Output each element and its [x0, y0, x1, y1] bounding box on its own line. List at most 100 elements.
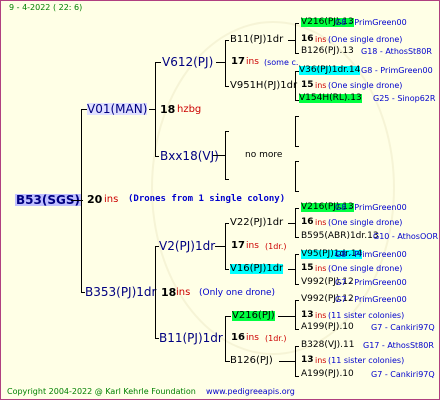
dam-note: (Only one drone): [199, 288, 276, 298]
dam-dam-queen[interactable]: B11(PJ)1dr: [159, 332, 223, 344]
sss-count: 16: [301, 34, 314, 44]
root-ins: ins: [104, 194, 119, 205]
connector: [295, 53, 299, 54]
gen4-code: G7 - Cankiri97Q: [371, 370, 435, 379]
gen4-queen[interactable]: B595(ABR)1dr.13: [301, 232, 379, 241]
dam-sire-note: (1dr.): [265, 242, 287, 251]
gen4-code: G8 - PrimGreen00: [335, 18, 407, 27]
connector: [295, 346, 299, 347]
connector: [278, 316, 296, 317]
dam-sire-count: 17: [231, 240, 245, 251]
empty-bracket: [295, 191, 299, 192]
empty-bracket: [295, 116, 296, 146]
connector: [225, 223, 229, 224]
gen4-code: G18 - AthosSt80R: [361, 47, 432, 56]
dss-queen[interactable]: V22(PJ)1dr: [230, 218, 283, 228]
gen4-code: G8 - PrimGreen00: [361, 66, 433, 75]
connector: [155, 62, 161, 63]
ddd-ins: ins: [315, 356, 327, 365]
connector: [225, 131, 229, 132]
dds-ins: ins: [315, 311, 327, 320]
dsd-note: (One single drone): [328, 264, 403, 273]
sss-queen[interactable]: B11(PJ)1dr: [230, 35, 283, 45]
dam-dam-note: (1dr.): [265, 334, 287, 343]
gen4-queen[interactable]: B126(PJ).13: [301, 47, 354, 56]
dsd-queen[interactable]: V16(PJ)1dr: [230, 264, 284, 274]
connector: [295, 71, 296, 100]
dds-queen[interactable]: V216(PJ): [232, 311, 275, 321]
sire-count: 18: [160, 103, 176, 116]
dds-count: 13: [301, 310, 314, 320]
empty-bracket: [295, 116, 299, 117]
connector: [155, 156, 159, 157]
gen4-code: G7 - PrimGreen00: [335, 278, 407, 287]
connector: [225, 40, 226, 86]
ssd-ins: ins: [315, 81, 327, 90]
gen4-code: G7 - PrimGreen00: [335, 295, 407, 304]
gen4-queen[interactable]: V154H(RL).13: [299, 94, 362, 103]
connector: [225, 179, 229, 180]
connector: [225, 223, 226, 269]
sire-sire-note: (some c.: [264, 58, 299, 67]
connector: [215, 246, 225, 247]
connector: [295, 300, 299, 301]
connector: [81, 109, 82, 292]
connector: [225, 86, 229, 87]
gen4-queen[interactable]: A199(PJ).10: [301, 370, 354, 379]
connector: [295, 284, 299, 285]
dss-note: (One single drone): [328, 218, 403, 227]
ddd-queen[interactable]: B126(PJ): [230, 356, 273, 366]
connector: [225, 269, 229, 270]
empty-bracket: [295, 161, 299, 162]
connector: [295, 300, 296, 329]
ddd-note: (11 sister colonies): [328, 356, 405, 365]
dam-dam-count: 16: [231, 332, 245, 343]
gen4-queen[interactable]: V36(PJ)1dr.14: [299, 66, 361, 75]
dam-sire-ins: ins: [246, 241, 259, 251]
dsd-ins: ins: [315, 264, 327, 273]
dam-dam-ins: ins: [246, 333, 259, 343]
sire-queen[interactable]: V01(MAN): [87, 103, 148, 115]
sss-ins: ins: [315, 35, 327, 44]
dsd-count: 15: [301, 263, 314, 273]
empty-bracket: [295, 146, 299, 147]
ssd-queen[interactable]: V951H(PJ)1dr: [230, 81, 297, 91]
ddd-count: 13: [301, 355, 314, 365]
sire-dam-queen[interactable]: Bxx18(VJ): [160, 150, 219, 162]
pedigree-page: 9 - 4-2022 ( 22: 6) B53(SGS) 20 ins (Dro…: [0, 0, 440, 400]
connector: [295, 376, 299, 377]
footer: Copyright 2004-2022 @ Karl Kehrle Founda…: [7, 388, 295, 396]
connector: [295, 208, 299, 209]
sire-dam-note: no more: [245, 150, 283, 160]
connector: [155, 246, 156, 338]
gen4-queen[interactable]: A199(PJ).10: [301, 323, 354, 332]
root-note: (Drones from 1 single colony): [128, 194, 286, 204]
gen4-queen[interactable]: B328(VJ).11: [301, 341, 355, 350]
connector: [288, 269, 296, 270]
gen4-code: G7 - Cankiri97Q: [371, 323, 435, 332]
dss-ins: ins: [315, 218, 327, 227]
sire-sire-count: 17: [231, 56, 245, 67]
connector: [279, 361, 296, 362]
dds-note: (11 sister colonies): [328, 311, 405, 320]
sire-code: hzbg: [177, 104, 202, 115]
dss-count: 16: [301, 217, 314, 227]
sss-note: (One single drone): [328, 35, 403, 44]
connector: [225, 316, 226, 361]
footer-url[interactable]: www.pedigreeapis.org: [206, 387, 295, 396]
connector: [213, 155, 225, 156]
dam-queen[interactable]: B353(PJ)1dr: [85, 286, 156, 298]
connector: [295, 23, 296, 53]
empty-bracket: [295, 161, 296, 191]
connector: [295, 329, 299, 330]
gen4-code: G8 - PrimGreen00: [335, 250, 407, 259]
dam-sire-queen[interactable]: V2(PJ)1dr: [159, 240, 215, 252]
sire-sire-queen[interactable]: V612(PJ): [162, 56, 213, 68]
gen4-code: G25 - Sinop62R: [373, 94, 436, 103]
connector: [225, 131, 226, 179]
gen4-code: G10 - AthosOOR: [373, 232, 439, 241]
connector: [295, 254, 299, 255]
print-date: 9 - 4-2022 ( 22: 6): [9, 3, 83, 12]
footer-copyright: Copyright 2004-2022 @ Karl Kehrle Founda…: [7, 387, 196, 396]
ssd-note: (One single drone): [328, 81, 403, 90]
